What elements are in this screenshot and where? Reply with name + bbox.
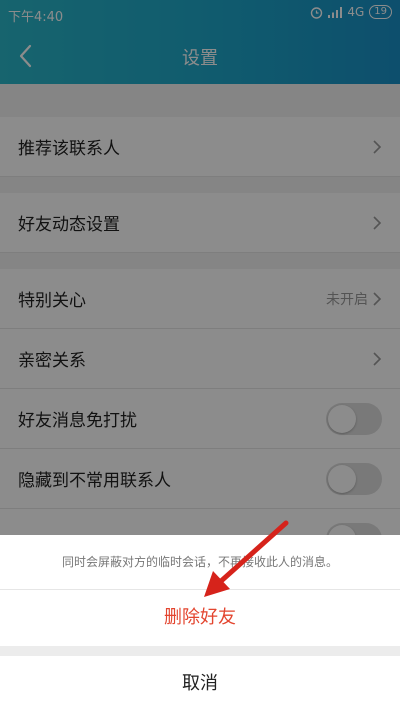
cancel-button[interactable]: 取消 [0,656,400,711]
delete-friend-button[interactable]: 删除好友 [0,590,400,646]
action-sheet: 同时会屏蔽对方的临时会话，不再接收此人的消息。 删除好友 取消 [0,535,400,711]
sheet-divider [0,646,400,656]
sheet-message: 同时会屏蔽对方的临时会话，不再接收此人的消息。 [0,535,400,590]
